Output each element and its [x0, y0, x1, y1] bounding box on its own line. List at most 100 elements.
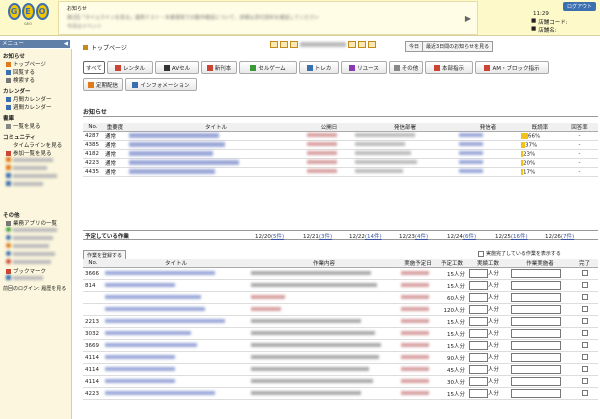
table-row[interactable]: 60人分 人分 [83, 291, 598, 304]
actual-input[interactable] [469, 389, 488, 398]
worker-input[interactable] [511, 353, 561, 362]
tab-reuse[interactable]: リユース [341, 61, 387, 74]
actual-input[interactable] [469, 281, 488, 290]
next-week-icon[interactable] [358, 41, 366, 48]
table-row[interactable]: 4287 通常 66% - [83, 131, 598, 141]
schedule-day[interactable]: 12/20(5件) [255, 232, 284, 240]
done-checkbox[interactable] [581, 317, 588, 324]
actual-input[interactable] [469, 329, 488, 338]
recent-notice-button[interactable]: 最近3日間のお知らせを見る [422, 41, 494, 52]
done-checkbox[interactable] [581, 269, 588, 276]
done-checkbox[interactable] [581, 341, 588, 348]
tab-am-block[interactable]: AM・ブロック指示 [475, 61, 549, 74]
col-title[interactable]: タイトル [103, 259, 249, 268]
prev-month-icon[interactable] [270, 41, 278, 48]
sidebar-item-bookmark-entry[interactable] [6, 275, 43, 280]
sidebar-item-timeline[interactable]: タイムラインを見る [6, 141, 62, 149]
done-checkbox[interactable] [581, 293, 588, 300]
sidebar-item-top[interactable]: トップページ [6, 60, 46, 68]
schedule-day[interactable]: 12/23(4件) [399, 232, 428, 240]
sidebar-item-circulate[interactable]: 回覧する [6, 68, 35, 76]
today-button[interactable]: 今日 [405, 41, 424, 52]
collapse-icon[interactable]: ◀ [64, 40, 68, 48]
tab-scheduled[interactable]: 定期配信 [83, 78, 123, 91]
worker-input[interactable] [511, 281, 561, 290]
news-title-link[interactable] [129, 168, 215, 174]
col-date[interactable]: 実施予定日 [399, 259, 437, 268]
col-actual[interactable]: 実績工数 [467, 259, 509, 268]
show-done-toggle[interactable]: 実施完了している作業を表示する [478, 250, 561, 257]
last-login[interactable]: 前回のログイン: 履歴を見る [3, 285, 66, 292]
worker-input[interactable] [511, 377, 561, 386]
actual-input[interactable] [469, 365, 488, 374]
actual-input[interactable] [469, 269, 488, 278]
col-no[interactable]: No. [83, 123, 103, 132]
worker-input[interactable] [511, 341, 561, 350]
news-title-link[interactable] [129, 150, 213, 156]
col-worker[interactable]: 作業実施者 [509, 259, 571, 268]
next-day-icon[interactable] [348, 41, 356, 48]
actual-input[interactable] [469, 317, 488, 326]
done-checkbox[interactable] [581, 389, 588, 396]
prev-day-icon[interactable] [290, 41, 298, 48]
done-checkbox[interactable] [581, 281, 588, 288]
worker-input[interactable] [511, 389, 561, 398]
tab-all[interactable]: すべて [83, 61, 105, 74]
tab-hq-instruction[interactable]: 本部指示 [425, 61, 473, 74]
sidebar-item-community[interactable] [6, 157, 53, 162]
schedule-day[interactable]: 12/21(3件) [303, 232, 332, 240]
news-title-link[interactable] [129, 159, 239, 165]
actual-input[interactable] [469, 305, 488, 314]
notice-ticker[interactable]: お知らせ 第2回「タイムラインを見る」連携テスト・本番環境での動作確認について、… [58, 1, 478, 35]
col-plan[interactable]: 予定工数 [437, 259, 467, 268]
table-row[interactable]: 3666 15人分 人分 [83, 267, 598, 280]
sidebar-item-participants[interactable]: 参加一覧を見る [6, 149, 52, 157]
logout-button[interactable]: ログアウト [562, 2, 596, 11]
sidebar-item-community[interactable] [6, 165, 47, 170]
news-title-link[interactable] [129, 141, 225, 147]
done-checkbox[interactable] [581, 353, 588, 360]
actual-input[interactable] [469, 293, 488, 302]
worker-input[interactable] [511, 293, 561, 302]
table-row[interactable]: 4223 通常 20% - [83, 158, 598, 168]
table-row[interactable]: 3032 15人分 人分 [83, 327, 598, 340]
sidebar-item-app[interactable] [6, 227, 57, 232]
geo-logo[interactable]: G E O GEO [3, 2, 53, 34]
sidebar-item-month-calendar[interactable]: 月間カレンダー [6, 95, 52, 103]
tab-new-books[interactable]: 新刊本 [201, 61, 237, 74]
done-checkbox[interactable] [581, 365, 588, 372]
table-row[interactable]: 120人分 人分 [83, 303, 598, 316]
done-checkbox[interactable] [581, 329, 588, 336]
col-content[interactable]: 作業内容 [249, 259, 399, 268]
sidebar-item-app[interactable] [6, 251, 55, 256]
sidebar-item-search[interactable]: 検索する [6, 76, 35, 84]
table-row[interactable]: 3669 15人分 人分 [83, 339, 598, 352]
done-checkbox[interactable] [581, 377, 588, 384]
sidebar-item-community[interactable] [6, 181, 43, 186]
news-title-link[interactable] [129, 132, 219, 138]
col-no[interactable]: No. [83, 259, 103, 268]
table-row[interactable]: 814 15人分 人分 [83, 279, 598, 292]
worker-input[interactable] [511, 329, 561, 338]
prev-week-icon[interactable] [280, 41, 288, 48]
schedule-day[interactable]: 12/22(14件) [349, 232, 382, 240]
notice-next-icon[interactable]: ▶ [465, 14, 471, 23]
sidebar-item-apps[interactable]: 業務アプリの一覧 [6, 219, 57, 227]
sidebar-item-community[interactable] [6, 173, 57, 178]
actual-input[interactable] [469, 341, 488, 350]
col-answer[interactable]: 回答率 [561, 123, 598, 132]
sidebar-item-bookmark[interactable]: ブックマーク [6, 267, 46, 275]
sidebar-item-week-calendar[interactable]: 週間カレンダー [6, 103, 52, 111]
table-row[interactable]: 2213 15人分 人分 [83, 315, 598, 328]
table-row[interactable]: 4114 90人分 人分 [83, 351, 598, 364]
table-row[interactable]: 4385 通常 37% - [83, 140, 598, 150]
sidebar-item-app[interactable] [6, 235, 53, 240]
worker-input[interactable] [511, 305, 561, 314]
table-row[interactable]: 4114 30人分 人分 [83, 375, 598, 388]
table-row[interactable]: 4223 15人分 人分 [83, 387, 598, 400]
tab-information[interactable]: インフォメーション [125, 78, 197, 91]
table-row[interactable]: 4182 通常 23% - [83, 149, 598, 159]
schedule-day[interactable]: 12/26(7件) [545, 232, 574, 240]
tab-rental[interactable]: レンタル [107, 61, 153, 74]
actual-input[interactable] [469, 377, 488, 386]
